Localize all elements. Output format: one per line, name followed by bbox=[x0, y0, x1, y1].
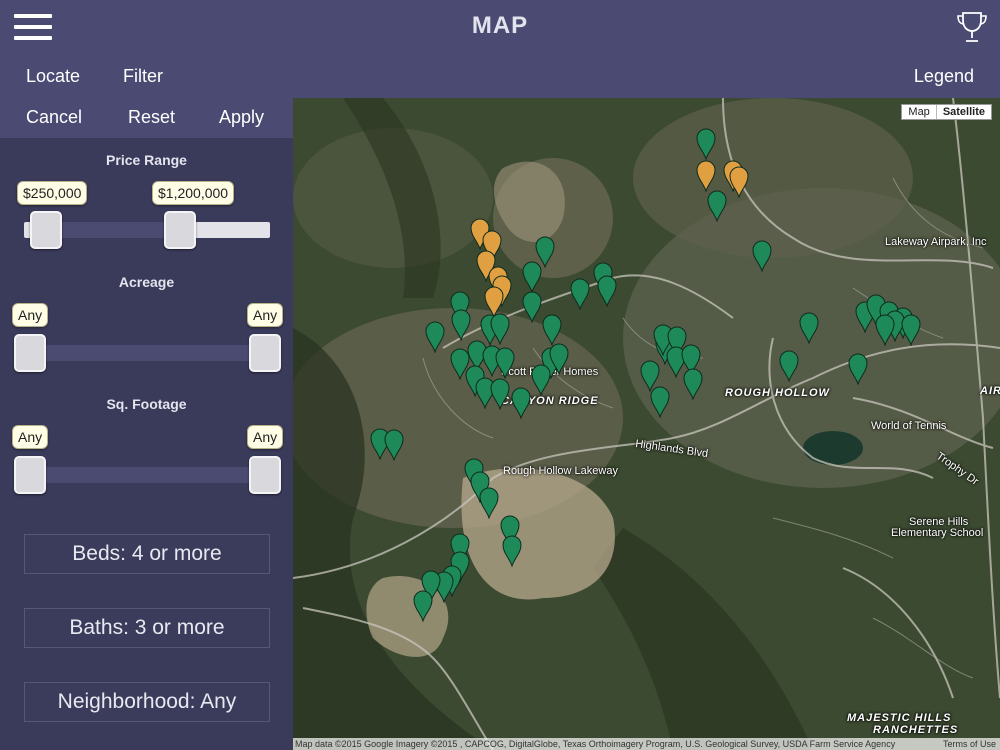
attribution-text: Map data ©2015 Google Imagery ©2015 , CA… bbox=[295, 739, 896, 749]
property-pin-green[interactable] bbox=[901, 314, 921, 346]
beds-selector[interactable]: Beds: 4 or more bbox=[24, 534, 270, 574]
property-pin-green[interactable] bbox=[549, 343, 569, 375]
property-pin-green[interactable] bbox=[490, 378, 510, 410]
property-pin-green[interactable] bbox=[425, 321, 445, 353]
sq-footage-slider[interactable] bbox=[18, 467, 280, 483]
map-label-elementary-school: Elementary School bbox=[891, 527, 984, 539]
map-label-lakeway-airpark: Lakeway Airpark, Inc bbox=[885, 236, 987, 248]
sq-footage-selected-track bbox=[30, 467, 268, 483]
terms-of-use-link[interactable]: Terms of Use bbox=[943, 738, 996, 750]
legend-button[interactable]: Legend bbox=[914, 66, 974, 87]
property-pin-green[interactable] bbox=[413, 590, 433, 622]
trophy-icon[interactable] bbox=[956, 10, 988, 44]
property-pin-green[interactable] bbox=[707, 190, 727, 222]
acreage-max-value: Any bbox=[247, 303, 284, 327]
price-range-label: Price Range bbox=[106, 152, 187, 168]
acreage-selected-track bbox=[30, 345, 268, 361]
property-pin-green[interactable] bbox=[848, 353, 868, 385]
map-attribution: Map data ©2015 Google Imagery ©2015 , CA… bbox=[293, 738, 1000, 750]
map-type-toggle[interactable]: Map Satellite bbox=[901, 104, 992, 120]
toolbar: Locate Filter Legend bbox=[0, 56, 1000, 98]
baths-selector[interactable]: Baths: 3 or more bbox=[24, 608, 270, 648]
property-pin-green[interactable] bbox=[522, 291, 542, 323]
page-title: MAP bbox=[471, 12, 529, 39]
top-bar: MAP bbox=[0, 0, 1000, 56]
filter-button[interactable]: Filter bbox=[123, 66, 163, 87]
property-pin-green[interactable] bbox=[799, 312, 819, 344]
cancel-button[interactable]: Cancel bbox=[26, 107, 82, 128]
property-pin-green[interactable] bbox=[502, 535, 522, 567]
filter-panel: Cancel Reset Apply Price Range $250,000 … bbox=[0, 98, 293, 750]
acreage-max-handle[interactable] bbox=[249, 334, 281, 372]
apply-button[interactable]: Apply bbox=[219, 107, 264, 128]
property-pin-green[interactable] bbox=[597, 275, 617, 307]
map-label-rough-hollow: ROUGH HOLLOW bbox=[725, 387, 830, 399]
map-label-rough-hollow-lakeway: Rough Hollow Lakeway bbox=[503, 465, 618, 477]
acreage-min-value: Any bbox=[12, 303, 49, 327]
sq-footage-label: Sq. Footage bbox=[106, 396, 187, 412]
property-pin-green[interactable] bbox=[650, 386, 670, 418]
property-pin-green[interactable] bbox=[531, 364, 551, 396]
acreage-label: Acreage bbox=[118, 274, 175, 290]
sq-footage-max-handle[interactable] bbox=[249, 456, 281, 494]
map-label-airp: AIRP bbox=[980, 385, 1000, 397]
property-pin-green[interactable] bbox=[511, 387, 531, 419]
sq-footage-max-value: Any bbox=[247, 425, 284, 449]
property-pin-green[interactable] bbox=[696, 128, 716, 160]
property-pin-green[interactable] bbox=[752, 240, 772, 272]
property-pin-green[interactable] bbox=[495, 347, 515, 379]
sq-footage-min-value: Any bbox=[12, 425, 49, 449]
reset-button[interactable]: Reset bbox=[128, 107, 175, 128]
price-max-value: $1,200,000 bbox=[152, 181, 235, 205]
neighborhood-selector[interactable]: Neighborhood: Any bbox=[24, 682, 270, 722]
property-pin-green[interactable] bbox=[479, 487, 499, 519]
property-pin-green[interactable] bbox=[451, 309, 471, 341]
price-max-handle[interactable] bbox=[164, 211, 196, 249]
acreage-min-handle[interactable] bbox=[14, 334, 46, 372]
price-min-value: $250,000 bbox=[17, 181, 88, 205]
property-pin-orange[interactable] bbox=[696, 160, 716, 192]
property-pin-green[interactable] bbox=[683, 368, 703, 400]
map-label-majestic-hills: MAJESTIC HILLS bbox=[847, 712, 952, 724]
property-pin-orange[interactable] bbox=[729, 166, 749, 198]
property-pin-green[interactable] bbox=[779, 350, 799, 382]
map-type-map[interactable]: Map bbox=[902, 105, 935, 119]
property-pin-green[interactable] bbox=[542, 314, 562, 346]
property-pin-green[interactable] bbox=[875, 314, 895, 346]
locate-button[interactable]: Locate bbox=[26, 66, 80, 87]
property-pin-green[interactable] bbox=[490, 313, 510, 345]
map-label-ranchettes: RANCHETTES bbox=[873, 724, 959, 736]
property-pin-green[interactable] bbox=[522, 261, 542, 293]
sq-footage-min-handle[interactable] bbox=[14, 456, 46, 494]
map-label-world-of-tennis: World of Tennis bbox=[871, 420, 947, 432]
property-pin-green[interactable] bbox=[384, 429, 404, 461]
property-pin-green[interactable] bbox=[570, 278, 590, 310]
price-min-handle[interactable] bbox=[30, 211, 62, 249]
filter-action-bar: Cancel Reset Apply bbox=[0, 98, 293, 138]
acreage-slider[interactable] bbox=[18, 345, 280, 361]
map-type-satellite[interactable]: Satellite bbox=[935, 105, 991, 119]
satellite-map[interactable]: Map Satellite Scott Felder Homes CANYON … bbox=[293, 98, 1000, 750]
